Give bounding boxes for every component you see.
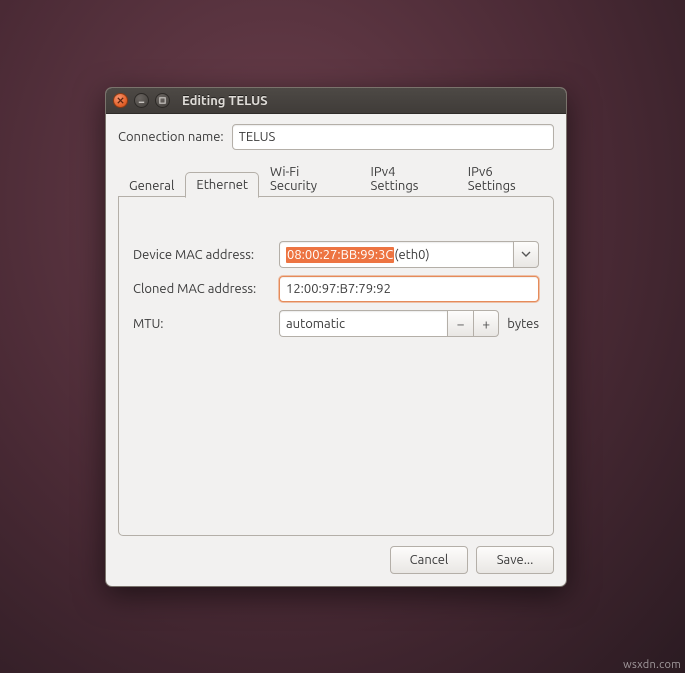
watermark-text: wsxdn.com [623,659,681,671]
tab-wifi-security[interactable]: Wi-Fi Security [259,159,360,198]
device-mac-iface: (eth0) [394,248,429,262]
device-mac-dropdown-button[interactable] [513,241,539,268]
network-editor-window: Editing TELUS Connection name: General E… [105,87,567,587]
connection-name-label: Connection name: [118,130,224,144]
cloned-mac-input[interactable] [279,276,539,302]
mtu-unit-label: bytes [507,317,539,331]
window-content: Connection name: General Ethernet Wi-Fi … [106,114,566,586]
device-mac-row: Device MAC address: 08:00:27:BB:99:3C (e… [133,241,539,268]
mtu-spinner[interactable]: automatic − + [279,310,499,337]
save-button[interactable]: Save... [476,546,554,574]
device-mac-label: Device MAC address: [133,248,273,262]
device-mac-combo[interactable]: 08:00:27:BB:99:3C (eth0) [279,241,539,268]
chevron-down-icon [521,248,531,262]
window-maximize-button[interactable] [155,93,170,108]
mtu-label: MTU: [133,317,273,331]
tab-ethernet[interactable]: Ethernet [185,172,259,198]
tab-bar: General Ethernet Wi-Fi Security IPv4 Set… [118,158,554,197]
mtu-value[interactable]: automatic [279,310,447,337]
desktop-background: Editing TELUS Connection name: General E… [0,0,685,673]
device-mac-selected-text: 08:00:27:BB:99:3C [286,247,394,263]
mtu-increment-button[interactable]: + [473,310,499,337]
device-mac-value[interactable]: 08:00:27:BB:99:3C (eth0) [279,241,513,268]
cancel-button[interactable]: Cancel [390,546,468,574]
connection-name-input[interactable] [232,124,554,150]
ethernet-tab-panel: Device MAC address: 08:00:27:BB:99:3C (e… [118,196,554,536]
dialog-button-bar: Cancel Save... [118,536,554,574]
connection-name-row: Connection name: [118,124,554,150]
tab-ipv6-settings[interactable]: IPv6 Settings [457,159,554,198]
titlebar[interactable]: Editing TELUS [106,88,566,114]
window-close-button[interactable] [113,93,128,108]
cloned-mac-row: Cloned MAC address: [133,276,539,302]
window-title: Editing TELUS [182,94,268,108]
window-minimize-button[interactable] [134,93,149,108]
cloned-mac-label: Cloned MAC address: [133,282,273,296]
tab-ipv4-settings[interactable]: IPv4 Settings [360,159,457,198]
mtu-decrement-button[interactable]: − [447,310,473,337]
tab-general[interactable]: General [118,173,185,198]
mtu-row: MTU: automatic − + bytes [133,310,539,337]
